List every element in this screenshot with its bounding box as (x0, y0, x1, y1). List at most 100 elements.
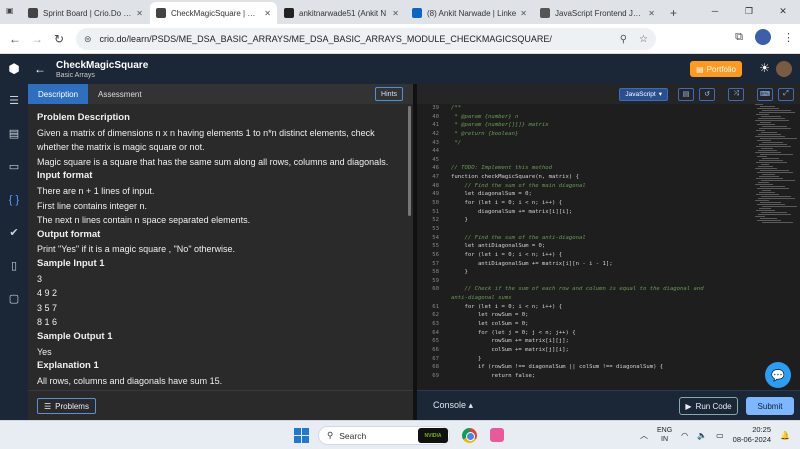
reset-icon[interactable]: ↺ (699, 87, 715, 101)
screen: Sprint Board | Crio.Do | E ✕ CheckMagicSqu… (0, 0, 800, 449)
browser-tab[interactable]: ankitnarwade51 (Ankit N ✕ (278, 2, 405, 24)
code-area[interactable]: 39/** 40 * @param {number} n 41 * @param {… (417, 104, 752, 390)
forward-arrow-icon[interactable]: → (26, 32, 48, 46)
close-tab-icon[interactable]: ✕ (392, 9, 399, 18)
browser-tab[interactable]: JavaScript Frontend Jour ✕ (534, 2, 661, 24)
shuffle-icon[interactable]: ⤨ (728, 87, 744, 101)
code-line: 43 */ (417, 139, 752, 148)
problems-button[interactable]: ☰ Problems (37, 398, 96, 414)
browser-tab[interactable]: Sprint Board | Crio.Do | E ✕ (22, 2, 149, 24)
document-icon[interactable]: ▤ (0, 117, 28, 150)
code-text: for (let i = 0; i < n; i++) { (451, 303, 563, 310)
clock[interactable]: 20:25 08-06-2024 (733, 425, 771, 445)
tab-description[interactable]: Description (28, 84, 89, 104)
restore-button[interactable]: ❐ (732, 0, 766, 24)
zoom-icon[interactable]: ⚲ (620, 34, 627, 45)
fullscreen-icon[interactable]: ⤢ (778, 87, 794, 101)
code-line: 68 if (rowSum !== diagonalSum || colSum … (417, 363, 752, 372)
problem-footer: ☰ Problems (28, 390, 413, 420)
close-tab-icon[interactable]: ✕ (136, 9, 143, 18)
url-text: crio.do/learn/PSDS/ME_DSA_BASIC_ARRAYS/M… (99, 34, 552, 44)
bookmark-star-icon[interactable]: ☆ (639, 34, 648, 45)
new-tab-button[interactable]: + (662, 6, 685, 24)
site-info-icon[interactable]: ⊜ (84, 34, 92, 45)
section-heading: Problem Description (37, 112, 130, 123)
code-line: 60 // Check if the sum of each row and c… (417, 285, 752, 294)
tab-favicon-icon (540, 8, 550, 18)
windows-start-icon[interactable] (294, 428, 309, 443)
chat-icon[interactable]: ▢ (0, 282, 28, 315)
close-tab-icon[interactable]: ✕ (264, 9, 271, 18)
code-line: 50 for (let i = 0; i < n; i++) { (417, 199, 752, 208)
url-bar[interactable]: ⊜ crio.do/learn/PSDS/ME_DSA_BASIC_ARRAYS… (76, 28, 656, 50)
minimap-line (760, 186, 785, 187)
volume-icon[interactable]: 🔈 (697, 431, 707, 440)
description-line: There are n + 1 lines of input. (37, 185, 155, 196)
reload-icon[interactable]: ↻ (48, 32, 70, 46)
minimap-line (761, 180, 795, 181)
description-line: All rows, columns and diagonals have sum… (37, 375, 223, 386)
description-scrollbar[interactable] (408, 106, 411, 216)
browser-menu-icon[interactable]: ⋮ (783, 31, 794, 44)
minimap-line (762, 126, 787, 127)
line-number: 49 (432, 191, 439, 198)
code-text: // Find the sum of the main diagonal (451, 182, 586, 189)
run-code-button[interactable]: ▶ Run Code (679, 397, 738, 415)
code-line: 56 for (let i = 0; i < n; i++) { (417, 251, 752, 260)
keyboard-icon[interactable]: ⌨ (757, 87, 773, 101)
close-window-button[interactable]: ✕ (766, 0, 800, 24)
nvidia-icon[interactable]: NVIDIA (418, 428, 448, 443)
tab-assessment[interactable]: Assessment (88, 84, 152, 104)
code-text: anti-diagonal sums (451, 295, 512, 302)
theme-toggle-icon[interactable]: ☀ (759, 61, 770, 75)
chevron-up-icon[interactable]: ︿ (640, 430, 648, 441)
submit-button[interactable]: Submit (746, 397, 794, 415)
check-circle-icon[interactable]: ✔ (0, 216, 28, 249)
monitor-icon[interactable]: ▭ (0, 150, 28, 183)
battery-icon[interactable]: ▭ (716, 431, 724, 440)
problem-description: Problem Description Given a matrix of dim… (37, 111, 402, 389)
language-select[interactable]: JavaScript ▾ (619, 87, 668, 101)
code-line: 63 let colSum = 0; (417, 320, 752, 329)
file-icon[interactable]: ▤ (678, 87, 694, 101)
code-braces-icon[interactable]: { } (0, 183, 28, 216)
notifications-icon[interactable]: 🔔 (780, 431, 790, 440)
profile-avatar[interactable] (755, 29, 771, 45)
console-toggle[interactable]: Console ▴ (433, 400, 473, 411)
input-language[interactable]: ENG IN (657, 426, 672, 444)
portfolio-button[interactable]: ▤ Portfolio (690, 61, 742, 77)
back-arrow-icon[interactable]: ← (34, 62, 46, 76)
hints-button[interactable]: Hints (375, 87, 403, 101)
back-arrow-icon[interactable]: ← (4, 32, 26, 46)
tab-search-icon[interactable]: ▣ (6, 6, 18, 18)
list-icon[interactable]: ☰ (0, 84, 28, 117)
crio-logo-icon[interactable]: ⬢ (0, 54, 28, 84)
code-text: if (rowSum !== diagonalSum || colSum !==… (451, 364, 664, 371)
user-avatar[interactable] (776, 61, 792, 77)
browser-tab[interactable]: CheckMagicSquare | Basi ✕ (150, 2, 277, 24)
left-rail: ☰ ▤ ▭ { } ✔ ▯ ▢ (0, 84, 28, 420)
minimap-line (758, 214, 791, 215)
chat-support-icon[interactable]: 💬 (765, 362, 791, 388)
snipping-tool-icon[interactable] (490, 428, 504, 442)
minimize-button[interactable]: ─ (698, 0, 732, 24)
wifi-icon[interactable]: ◠ (681, 431, 688, 440)
close-tab-icon[interactable]: ✕ (520, 9, 527, 18)
section-heading: Explanation 1 (37, 360, 99, 372)
minimap-line (759, 112, 795, 113)
extensions-icon[interactable]: ⧉ (735, 31, 743, 44)
close-tab-icon[interactable]: ✕ (648, 9, 655, 18)
minimap-line (756, 114, 769, 115)
minimap-line (755, 152, 781, 153)
chrome-icon[interactable] (462, 428, 477, 443)
line-number: 63 (432, 321, 439, 328)
code-line: anti-diagonal sums (417, 294, 752, 303)
description-line: Given a matrix of dimensions n x n havin… (37, 127, 375, 138)
minimap-line (757, 204, 785, 205)
browser-tab[interactable]: (8) Ankit Narwade | Linke ✕ (406, 2, 533, 24)
minimap-line (762, 158, 779, 159)
problem-panel: Description Assessment Hints Problem Des… (28, 84, 413, 420)
code-minimap[interactable] (755, 104, 800, 264)
minimap-line (757, 172, 793, 173)
bookmark-icon[interactable]: ▯ (0, 249, 28, 282)
